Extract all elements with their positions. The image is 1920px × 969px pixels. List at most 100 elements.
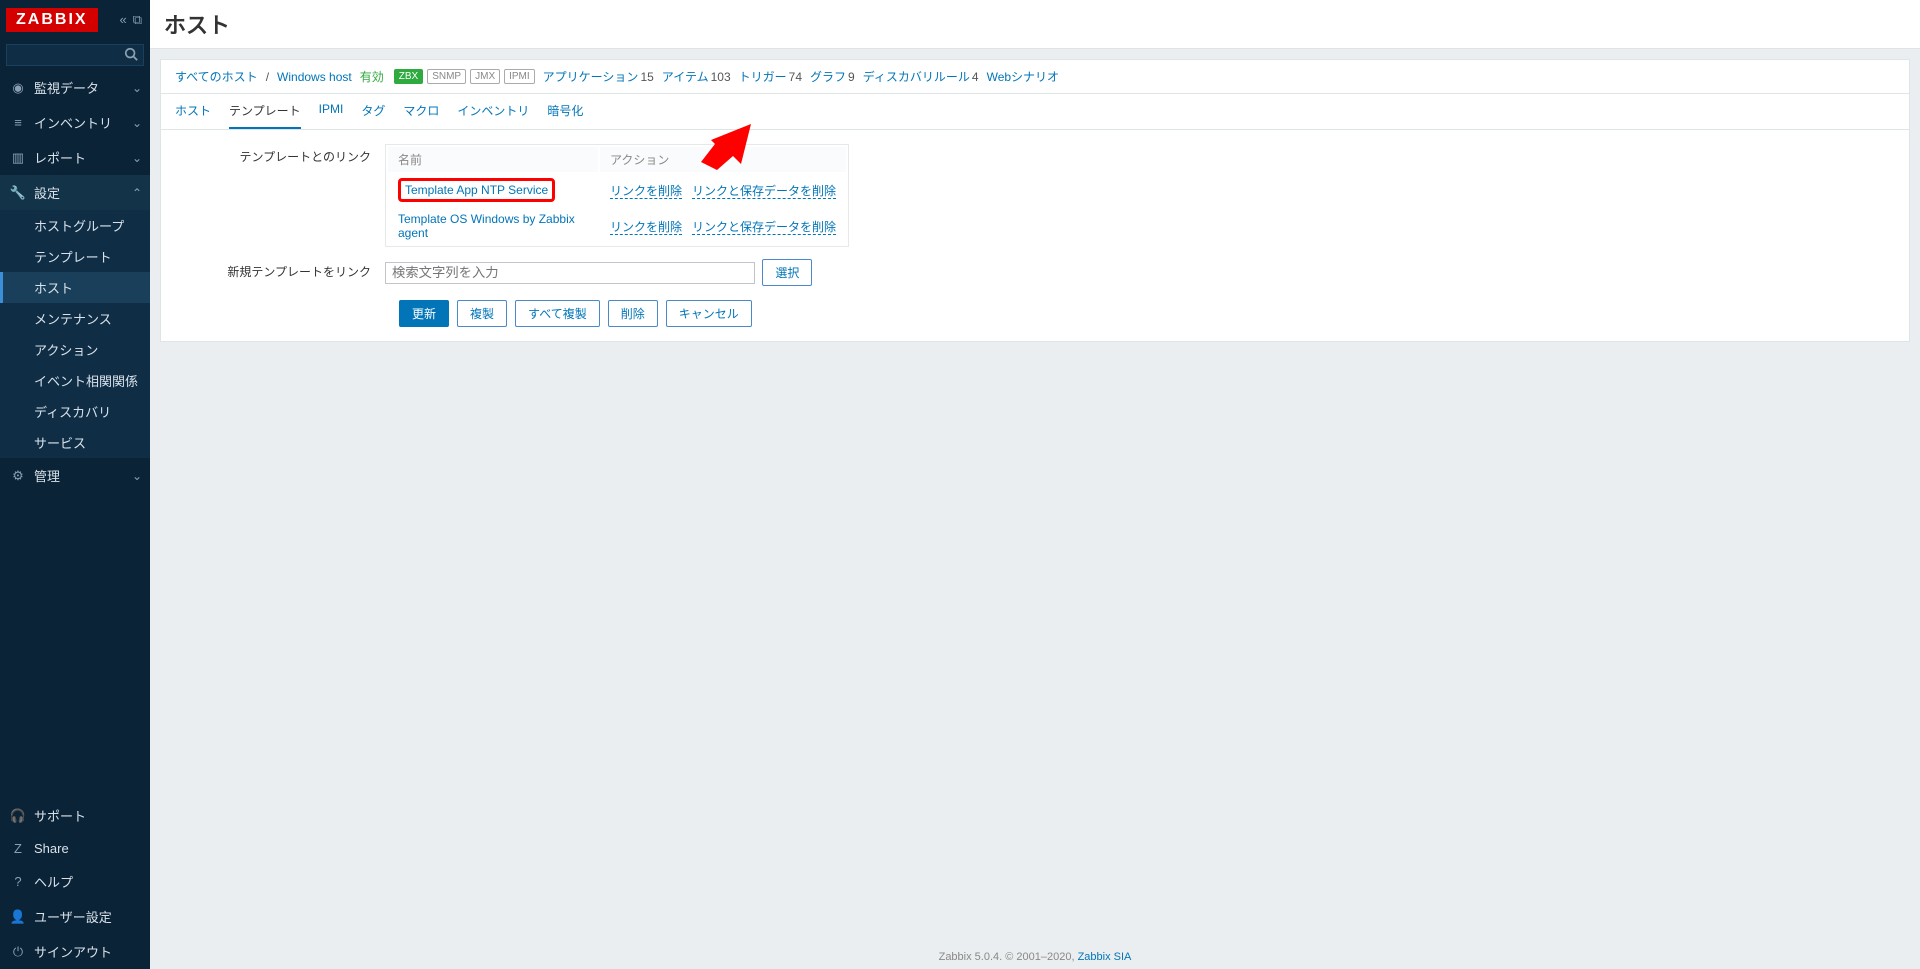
highlighted-template: Template App NTP Service bbox=[398, 178, 555, 202]
tab-host[interactable]: ホスト bbox=[175, 94, 211, 129]
collapse-icon[interactable]: « bbox=[119, 12, 126, 28]
footer-support[interactable]: 🎧 サポート bbox=[0, 798, 150, 833]
new-template-row: 新規テンプレートをリンク 選択 bbox=[175, 259, 1895, 286]
badge-jmx: JMX bbox=[470, 69, 500, 84]
footer-usersettings[interactable]: 👤 ユーザー設定 bbox=[0, 899, 150, 934]
bc-current-host[interactable]: Windows host bbox=[277, 70, 352, 84]
subnav-template[interactable]: テンプレート bbox=[0, 241, 150, 272]
subnav-action[interactable]: アクション bbox=[0, 334, 150, 365]
cancel-button[interactable]: キャンセル bbox=[666, 300, 752, 327]
form-area: テンプレートとのリンク 名前 アクション Template App NTP Se… bbox=[160, 130, 1910, 342]
delete-button[interactable]: 削除 bbox=[608, 300, 658, 327]
sidebar-top: ZABBIX « ⧉ bbox=[0, 0, 150, 40]
bc-triggers[interactable]: トリガー74 bbox=[739, 68, 802, 85]
tab-tag[interactable]: タグ bbox=[361, 94, 385, 129]
bc-graphs[interactable]: グラフ9 bbox=[810, 68, 855, 85]
tab-inventory[interactable]: インベントリ bbox=[457, 94, 529, 129]
fullclone-button[interactable]: すべて複製 bbox=[515, 300, 600, 327]
footer-share[interactable]: Z Share bbox=[0, 833, 150, 864]
badge-snmp: SNMP bbox=[427, 69, 466, 84]
chevron-down-icon: ⌄ bbox=[132, 469, 142, 483]
nav-monitoring-label: 監視データ bbox=[34, 78, 132, 97]
bc-items-label: アイテム bbox=[662, 70, 709, 84]
status-enabled: 有効 bbox=[360, 68, 384, 85]
footer-usersettings-label: ユーザー設定 bbox=[34, 907, 112, 926]
wrench-icon: 🔧 bbox=[8, 185, 28, 201]
subnav-host[interactable]: ホスト bbox=[0, 272, 150, 303]
breadcrumb-bar: すべてのホスト / Windows host 有効 ZBX SNMP JMX I… bbox=[160, 59, 1910, 94]
unlink-clear-1[interactable]: リンクと保存データを削除 bbox=[692, 220, 836, 235]
search-wrap bbox=[6, 44, 144, 66]
template-link-0[interactable]: Template App NTP Service bbox=[405, 183, 548, 197]
bc-triggers-label: トリガー bbox=[739, 70, 787, 84]
subnav-hostgroup[interactable]: ホストグループ bbox=[0, 210, 150, 241]
tab-ipmi[interactable]: IPMI bbox=[319, 94, 344, 129]
bc-graphs-label: グラフ bbox=[810, 70, 846, 84]
subnav-maintenance[interactable]: メンテナンス bbox=[0, 303, 150, 334]
template-link-1[interactable]: Template OS Windows by Zabbix agent bbox=[398, 212, 575, 240]
tab-macro[interactable]: マクロ bbox=[403, 94, 439, 129]
bc-application-count: 15 bbox=[640, 70, 653, 84]
arrow-annotation-icon bbox=[701, 124, 751, 170]
availability-badges: ZBX SNMP JMX IPMI bbox=[392, 69, 535, 84]
chevron-down-icon: ⌄ bbox=[132, 81, 142, 95]
unlink-0[interactable]: リンクを削除 bbox=[610, 184, 682, 199]
unlink-clear-0[interactable]: リンクと保存データを削除 bbox=[692, 184, 836, 199]
nav-reports[interactable]: ▥ レポート ⌄ bbox=[0, 140, 150, 175]
bc-discovery[interactable]: ディスカバリルール4 bbox=[863, 68, 979, 85]
subnav-service[interactable]: サービス bbox=[0, 427, 150, 458]
footer-signout-label: サインアウト bbox=[34, 942, 112, 961]
tab-encryption[interactable]: 暗号化 bbox=[547, 94, 583, 129]
chevron-up-icon: ⌃ bbox=[132, 186, 142, 200]
subnav-discovery[interactable]: ディスカバリ bbox=[0, 396, 150, 427]
subnav-correlation[interactable]: イベント相関関係 bbox=[0, 365, 150, 396]
subnav-settings: ホストグループ テンプレート ホスト メンテナンス アクション イベント相関関係… bbox=[0, 210, 150, 458]
sidebar: ZABBIX « ⧉ ◉ 監視データ ⌄ ≡ インベントリ ⌄ ▥ レポート ⌄… bbox=[0, 0, 150, 969]
select-button[interactable]: 選択 bbox=[762, 259, 812, 286]
bc-items[interactable]: アイテム103 bbox=[662, 68, 731, 85]
tab-template[interactable]: テンプレート bbox=[229, 94, 301, 129]
bc-web-label: Webシナリオ bbox=[987, 70, 1059, 84]
nav-inventory[interactable]: ≡ インベントリ ⌄ bbox=[0, 105, 150, 140]
update-button[interactable]: 更新 bbox=[399, 300, 449, 327]
popout-icon[interactable]: ⧉ bbox=[133, 12, 142, 28]
linked-templates-label: テンプレートとのリンク bbox=[175, 144, 385, 247]
bc-all-hosts[interactable]: すべてのホスト bbox=[175, 68, 258, 85]
footer-help-label: ヘルプ bbox=[34, 872, 73, 891]
col-name: 名前 bbox=[388, 147, 598, 172]
new-template-input[interactable] bbox=[385, 262, 755, 284]
search-icon[interactable] bbox=[124, 47, 138, 64]
tab-bar: ホスト テンプレート IPMI タグ マクロ インベントリ 暗号化 bbox=[160, 94, 1910, 130]
logo[interactable]: ZABBIX bbox=[6, 8, 98, 32]
footer-help[interactable]: ? ヘルプ bbox=[0, 864, 150, 899]
power-icon: ⏻ bbox=[8, 944, 28, 960]
footer-text: Zabbix 5.0.4. © 2001–2020, bbox=[939, 951, 1078, 963]
chevron-down-icon: ⌄ bbox=[132, 151, 142, 165]
bc-triggers-count: 74 bbox=[789, 70, 802, 84]
chevron-down-icon: ⌄ bbox=[132, 116, 142, 130]
footer-link[interactable]: Zabbix SIA bbox=[1078, 951, 1132, 963]
bc-items-count: 103 bbox=[711, 70, 731, 84]
badge-zbx: ZBX bbox=[394, 69, 423, 84]
bc-web[interactable]: Webシナリオ bbox=[987, 68, 1061, 85]
bc-graphs-count: 9 bbox=[848, 70, 855, 84]
main: ホスト すべてのホスト / Windows host 有効 ZBX SNMP J… bbox=[150, 0, 1920, 969]
unlink-1[interactable]: リンクを削除 bbox=[610, 220, 682, 235]
bc-discovery-count: 4 bbox=[972, 70, 979, 84]
user-icon: 👤 bbox=[8, 909, 28, 925]
nav-inventory-label: インベントリ bbox=[34, 113, 132, 132]
page-header: ホスト bbox=[150, 0, 1920, 49]
help-icon: ? bbox=[8, 874, 28, 889]
new-template-label: 新規テンプレートをリンク bbox=[175, 259, 385, 286]
footer-share-label: Share bbox=[34, 841, 69, 856]
footer-support-label: サポート bbox=[34, 806, 86, 825]
footer-signout[interactable]: ⏻ サインアウト bbox=[0, 934, 150, 969]
nav-administration[interactable]: ⚙ 管理 ⌄ bbox=[0, 458, 150, 493]
nav-settings-label: 設定 bbox=[34, 183, 132, 202]
nav-settings[interactable]: 🔧 設定 ⌃ bbox=[0, 175, 150, 210]
list-icon: ≡ bbox=[8, 115, 28, 130]
nav-administration-label: 管理 bbox=[34, 466, 132, 485]
clone-button[interactable]: 複製 bbox=[457, 300, 507, 327]
nav-monitoring[interactable]: ◉ 監視データ ⌄ bbox=[0, 70, 150, 105]
bc-application[interactable]: アプリケーション15 bbox=[543, 68, 654, 85]
